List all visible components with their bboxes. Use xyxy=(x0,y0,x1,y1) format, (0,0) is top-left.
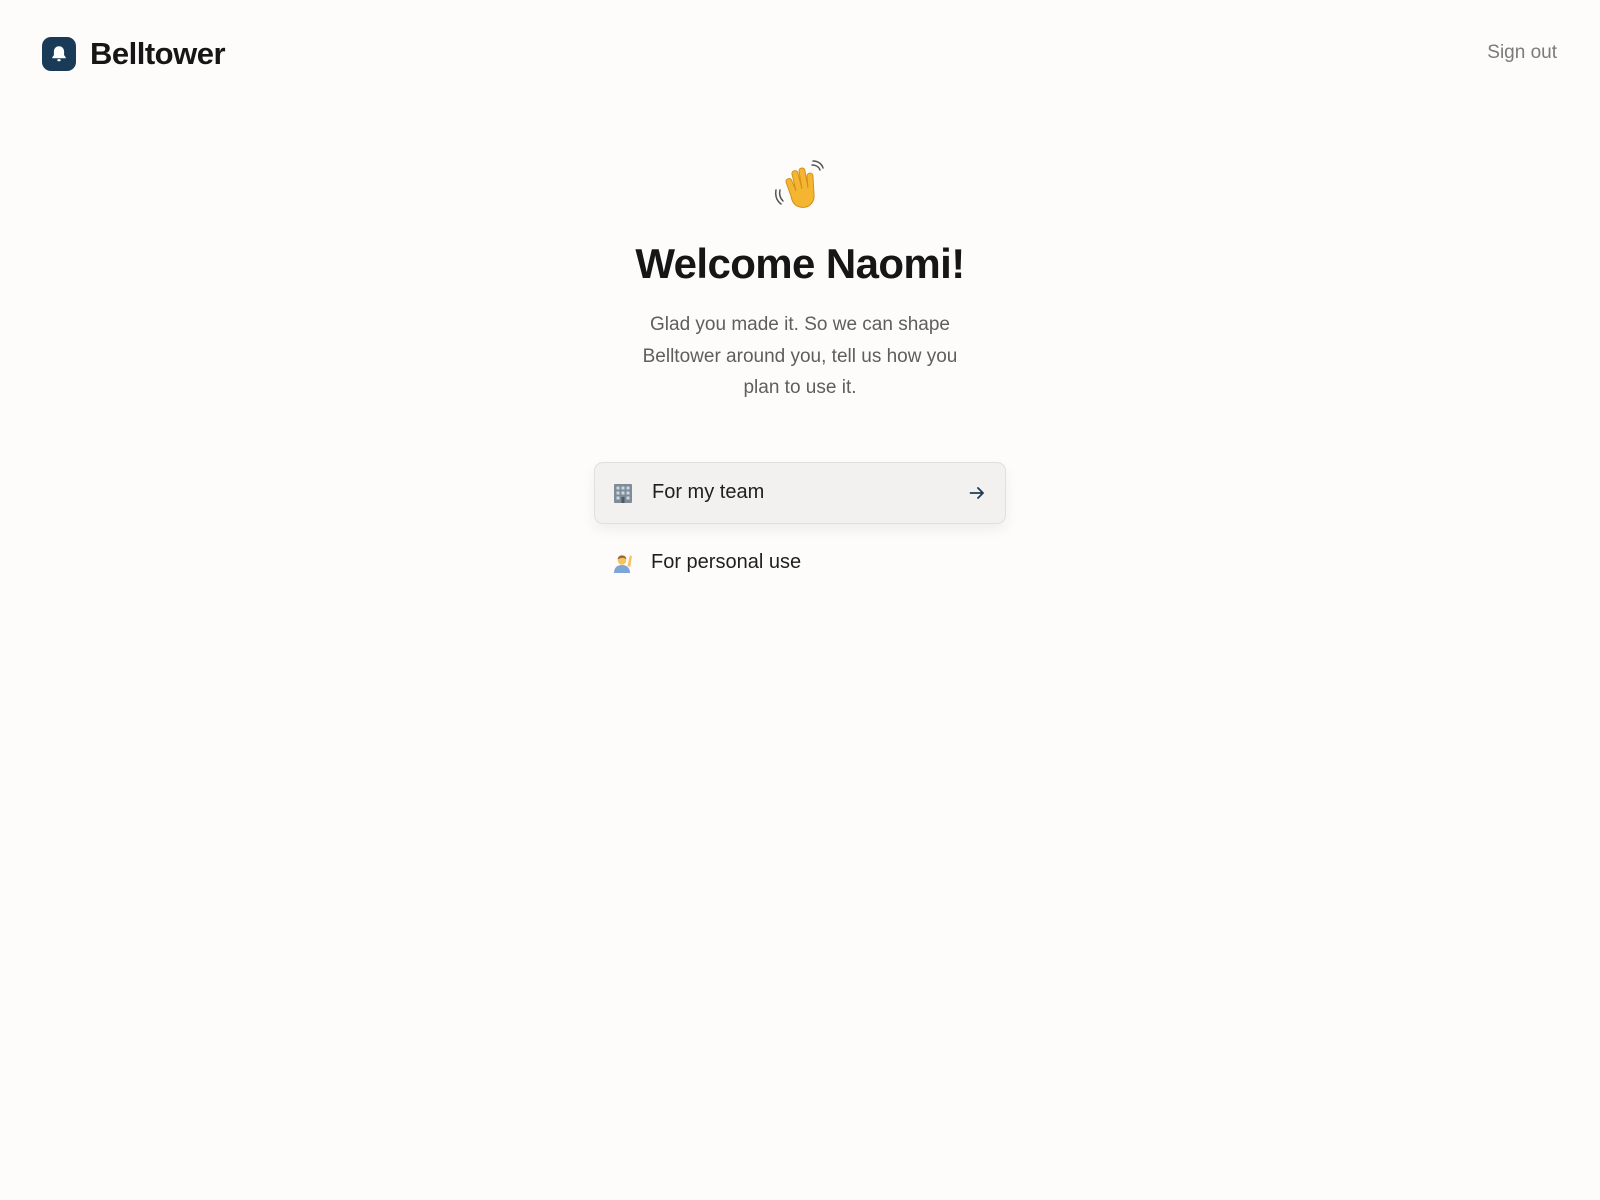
welcome-title: Welcome Naomi! xyxy=(635,240,965,287)
option-for-my-team[interactable]: For my team xyxy=(594,461,1006,524)
brand-name: Belltower xyxy=(90,36,226,71)
bell-logo-icon xyxy=(42,37,76,71)
sign-out-link[interactable]: Sign out xyxy=(1487,42,1557,64)
welcome-subtitle: Glad you made it. So we can shape Bellto… xyxy=(642,314,958,399)
option-label: For personal use xyxy=(651,551,802,574)
brand-link[interactable]: Belltower xyxy=(42,36,226,72)
welcome-panel: Welcome Naomi! Glad you made it. So we c… xyxy=(0,160,1600,594)
waving-hand-icon xyxy=(774,160,826,212)
option-label: For my team xyxy=(652,481,765,504)
person-raising-hand-icon xyxy=(610,551,634,575)
arrow-right-icon xyxy=(967,483,987,503)
option-for-personal-use[interactable]: For personal use xyxy=(594,532,1006,594)
office-building-icon xyxy=(611,481,635,505)
onboarding-page: Belltower Sign out Welcome Naomi! Glad y… xyxy=(0,0,1600,1200)
top-bar: Belltower Sign out xyxy=(0,0,1600,108)
usage-options: For my team For personal use xyxy=(594,461,1006,594)
